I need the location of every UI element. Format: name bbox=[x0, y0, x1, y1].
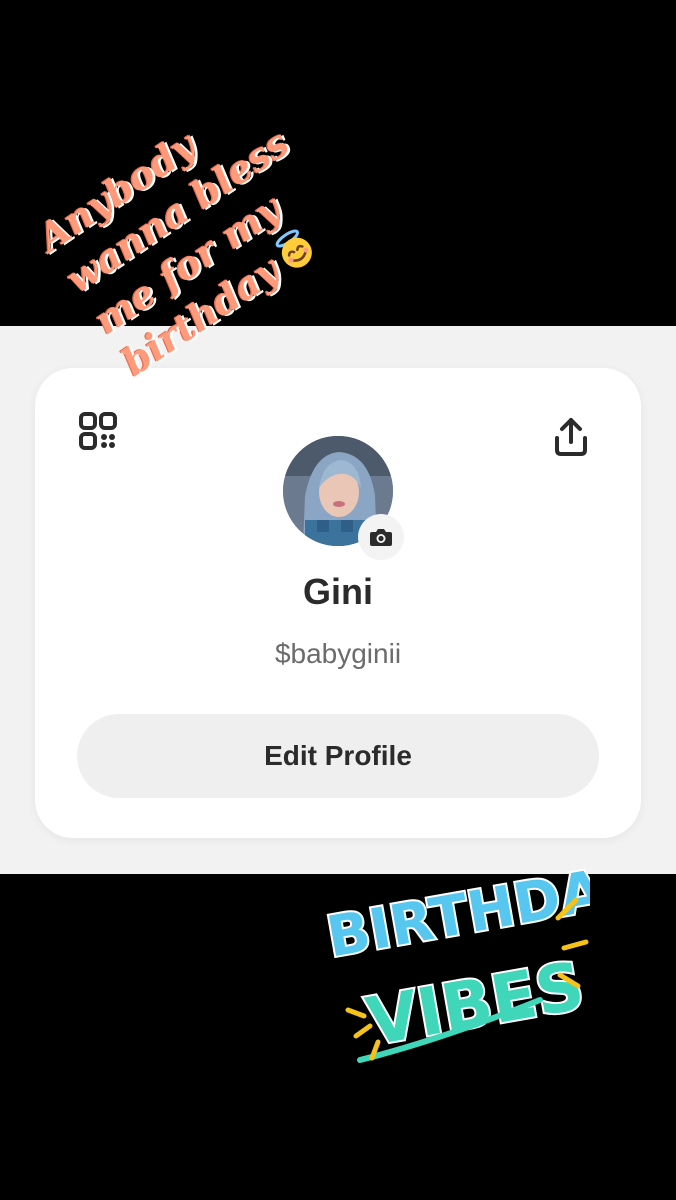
sticker-line-2: VIBES bbox=[361, 947, 590, 1061]
profile-name: Gini bbox=[303, 571, 373, 612]
share-icon[interactable] bbox=[553, 416, 589, 458]
camera-icon[interactable] bbox=[358, 514, 404, 560]
profile-card: Gini $babyginii Edit Profile bbox=[35, 368, 641, 838]
edit-profile-button[interactable]: Edit Profile bbox=[77, 714, 599, 798]
qr-code-icon[interactable] bbox=[79, 412, 117, 450]
profile-cashtag: $babyginii bbox=[274, 638, 402, 669]
birthday-vibes-sticker: BIRTHDAY VIBES bbox=[320, 830, 646, 1080]
